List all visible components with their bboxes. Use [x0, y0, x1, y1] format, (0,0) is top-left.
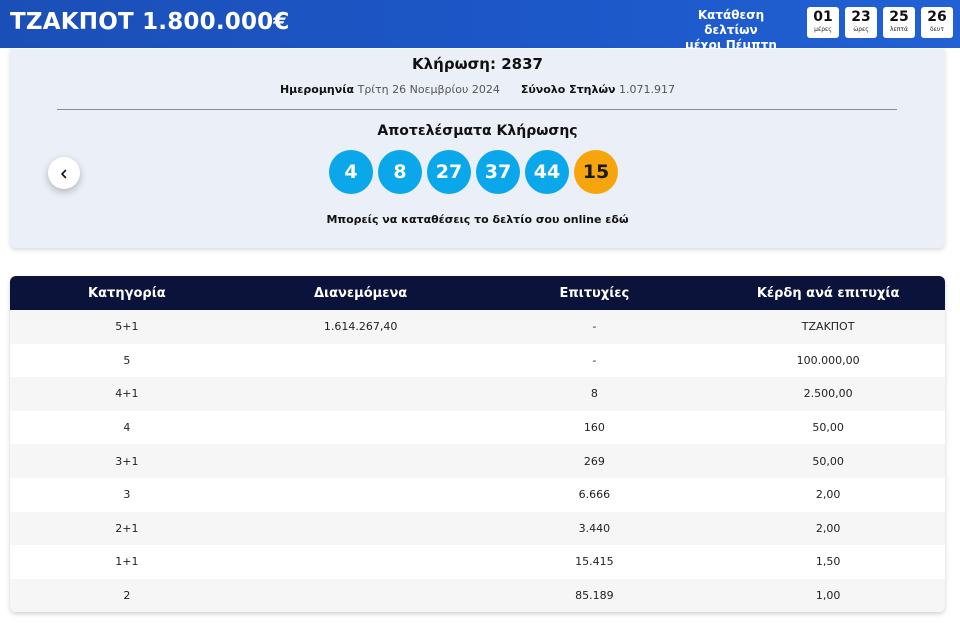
winning-numbers: 4 8 27 37 44 15 — [329, 150, 618, 194]
distributed-cell — [244, 377, 478, 411]
table-header-row: Κατηγορία Διανεμόμενα Επιτυχίες Κέρδη αν… — [10, 276, 945, 310]
distributed-cell — [244, 512, 478, 546]
prize-table: Κατηγορία Διανεμόμενα Επιτυχίες Κέρδη αν… — [10, 276, 945, 612]
header-category: Κατηγορία — [88, 285, 166, 301]
date-value: Τρίτη 26 Νοεμβρίου 2024 — [357, 83, 500, 96]
winners-cell: - — [592, 320, 597, 334]
prize-cell: ΤΖΑΚΠΟΤ — [801, 320, 855, 334]
distributed-cell — [244, 444, 478, 478]
prize-cell: 2,00 — [815, 488, 841, 502]
winners-cell: 6.666 — [578, 488, 611, 502]
category-cell: 4+1 — [115, 387, 139, 401]
date-label: Ημερομηνία — [279, 83, 355, 96]
winners-cell: 160 — [583, 421, 605, 435]
countdown-timer: 01 μέρες 23 ώρες 25 λεπτά 26 δευτ — [807, 7, 953, 38]
winners-cell: - — [592, 353, 597, 367]
table-row: 2+1 3.440 2,00 — [10, 511, 945, 546]
table-row: 5 - 100.000,00 — [10, 343, 945, 378]
countdown-label: ώρες — [853, 26, 869, 33]
winners-cell: 15.415 — [575, 555, 614, 569]
category-cell: 1+1 — [115, 555, 139, 569]
columns-value: 1.071.917 — [619, 83, 676, 96]
online-play-link[interactable]: Μπορείς να καταθέσεις το δελτίο σου onli… — [10, 213, 945, 226]
prize-cell: 2,00 — [815, 521, 841, 535]
category-cell: 4 — [123, 421, 131, 435]
draw-title: Κλήρωση: 2837 — [412, 55, 543, 73]
distributed-cell — [244, 411, 478, 445]
header-distributed: Διανεμόμενα — [314, 285, 408, 301]
countdown-days: 01 μέρες — [807, 7, 839, 38]
distributed-cell — [244, 579, 478, 612]
countdown-value: 01 — [813, 9, 833, 25]
winners-cell: 85.189 — [575, 589, 614, 603]
category-cell: 5 — [123, 353, 131, 367]
countdown-label: λεπτά — [890, 26, 908, 33]
table-row: 5+1 1.614.267,40 - ΤΖΑΚΠΟΤ — [10, 310, 945, 344]
countdown-value: 23 — [851, 9, 871, 25]
prize-cell: 100.000,00 — [796, 353, 860, 367]
previous-draw-button[interactable] — [48, 157, 80, 189]
columns-label: Σύνολο Στηλών — [520, 83, 616, 96]
prize-cell: 50,00 — [812, 421, 844, 435]
header-prize-per-winner: Κέρδη ανά επιτυχία — [756, 285, 900, 301]
number-ball: 4 — [329, 150, 373, 194]
table-row: 4 160 50,00 — [10, 410, 945, 445]
countdown-hours: 23 ώρες — [845, 7, 877, 38]
distributed-cell: 1.614.267,40 — [323, 320, 398, 334]
distributed-cell — [244, 344, 478, 378]
chevron-left-icon — [59, 164, 69, 183]
jackpot-amount: ΤΖΑΚΠΟΤ 1.800.000€ — [10, 9, 290, 35]
number-ball: 37 — [476, 150, 520, 194]
prize-table-card: Κατηγορία Διανεμόμενα Επιτυχίες Κέρδη αν… — [10, 276, 945, 612]
countdown-seconds: 26 δευτ — [921, 7, 953, 38]
table-row: 1+1 15.415 1,50 — [10, 545, 945, 579]
table-row: 3+1 269 50,00 — [10, 444, 945, 478]
countdown-label: δευτ — [930, 26, 944, 33]
draw-result-card: Κλήρωση: 2837 Ημερομηνία Τρίτη 26 Νοεμβρ… — [10, 49, 945, 248]
number-ball: 27 — [427, 150, 471, 194]
prize-cell: 1,00 — [815, 589, 841, 603]
category-cell: 2 — [123, 589, 131, 603]
winners-cell: 3.440 — [578, 521, 611, 535]
prize-cell: 2.500,00 — [803, 387, 853, 401]
countdown-minutes: 25 λεπτά — [883, 7, 915, 38]
category-cell: 3 — [123, 488, 131, 502]
category-cell: 3+1 — [115, 454, 139, 468]
draw-meta: Ημερομηνία Τρίτη 26 Νοεμβρίου 2024 Σύνολ… — [10, 83, 945, 96]
divider — [57, 109, 897, 110]
table-row: 4+1 8 2.500,00 — [10, 377, 945, 411]
winners-cell: 269 — [583, 454, 605, 468]
results-title: Αποτελέσματα Κλήρωσης — [377, 123, 578, 139]
joker-ball: 15 — [574, 150, 618, 194]
table-row: 2 85.189 1,00 — [10, 578, 945, 612]
distributed-cell — [244, 545, 478, 579]
countdown-value: 26 — [927, 9, 947, 25]
countdown-value: 25 — [889, 9, 909, 25]
number-ball: 8 — [378, 150, 422, 194]
distributed-cell — [244, 478, 478, 512]
winners-cell: 8 — [590, 387, 598, 401]
countdown-label: μέρες — [814, 26, 832, 33]
category-cell: 5+1 — [115, 320, 139, 334]
number-ball: 44 — [525, 150, 569, 194]
table-row: 3 6.666 2,00 — [10, 477, 945, 512]
header-winners: Επιτυχίες — [559, 285, 630, 301]
prize-cell: 1,50 — [815, 555, 841, 569]
deadline-line-1: Κατάθεση δελτίων — [697, 8, 765, 37]
prize-cell: 50,00 — [812, 454, 844, 468]
top-bar: ΤΖΑΚΠΟΤ 1.800.000€ Κατάθεση δελτίων μέχρ… — [0, 0, 960, 67]
category-cell: 2+1 — [115, 521, 139, 535]
